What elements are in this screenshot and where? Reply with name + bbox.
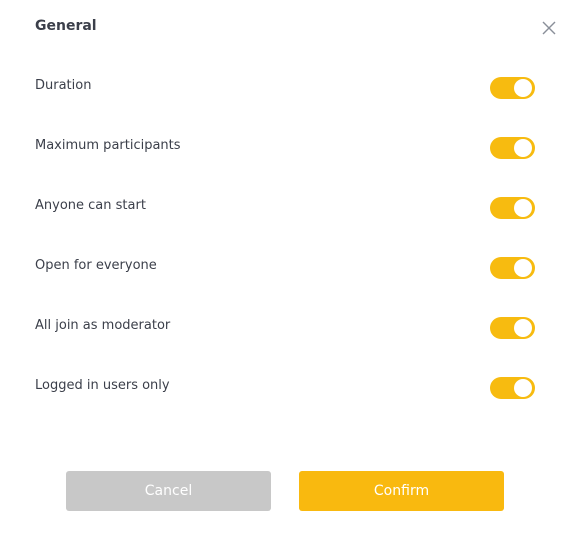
dialog-title: General bbox=[35, 18, 97, 34]
toggle-knob bbox=[514, 319, 532, 337]
settings-list: Duration Maximum participants Anyone can… bbox=[35, 58, 537, 418]
toggle-knob bbox=[514, 199, 532, 217]
setting-row-all-join-as-moderator: All join as moderator bbox=[35, 298, 537, 358]
setting-label: Duration bbox=[35, 78, 92, 93]
close-icon[interactable] bbox=[541, 20, 557, 36]
general-settings-dialog: General Duration Maximum participants An… bbox=[0, 0, 562, 541]
confirm-button[interactable]: Confirm bbox=[299, 471, 504, 511]
setting-row-anyone-can-start: Anyone can start bbox=[35, 178, 537, 238]
anyone-can-start-toggle[interactable] bbox=[490, 197, 535, 219]
toggle-knob bbox=[514, 79, 532, 97]
open-for-everyone-toggle[interactable] bbox=[490, 257, 535, 279]
setting-label: All join as moderator bbox=[35, 318, 171, 333]
setting-label: Open for everyone bbox=[35, 258, 157, 273]
setting-row-maximum-participants: Maximum participants bbox=[35, 118, 537, 178]
toggle-knob bbox=[514, 379, 532, 397]
maximum-participants-toggle[interactable] bbox=[490, 137, 535, 159]
all-join-as-moderator-toggle[interactable] bbox=[490, 317, 535, 339]
toggle-knob bbox=[514, 259, 532, 277]
setting-row-open-for-everyone: Open for everyone bbox=[35, 238, 537, 298]
logged-in-users-only-toggle[interactable] bbox=[490, 377, 535, 399]
setting-label: Maximum participants bbox=[35, 138, 181, 153]
setting-label: Anyone can start bbox=[35, 198, 146, 213]
cancel-button[interactable]: Cancel bbox=[66, 471, 271, 511]
setting-row-logged-in-users-only: Logged in users only bbox=[35, 358, 537, 418]
setting-row-duration: Duration bbox=[35, 58, 537, 118]
setting-label: Logged in users only bbox=[35, 378, 170, 393]
duration-toggle[interactable] bbox=[490, 77, 535, 99]
toggle-knob bbox=[514, 139, 532, 157]
